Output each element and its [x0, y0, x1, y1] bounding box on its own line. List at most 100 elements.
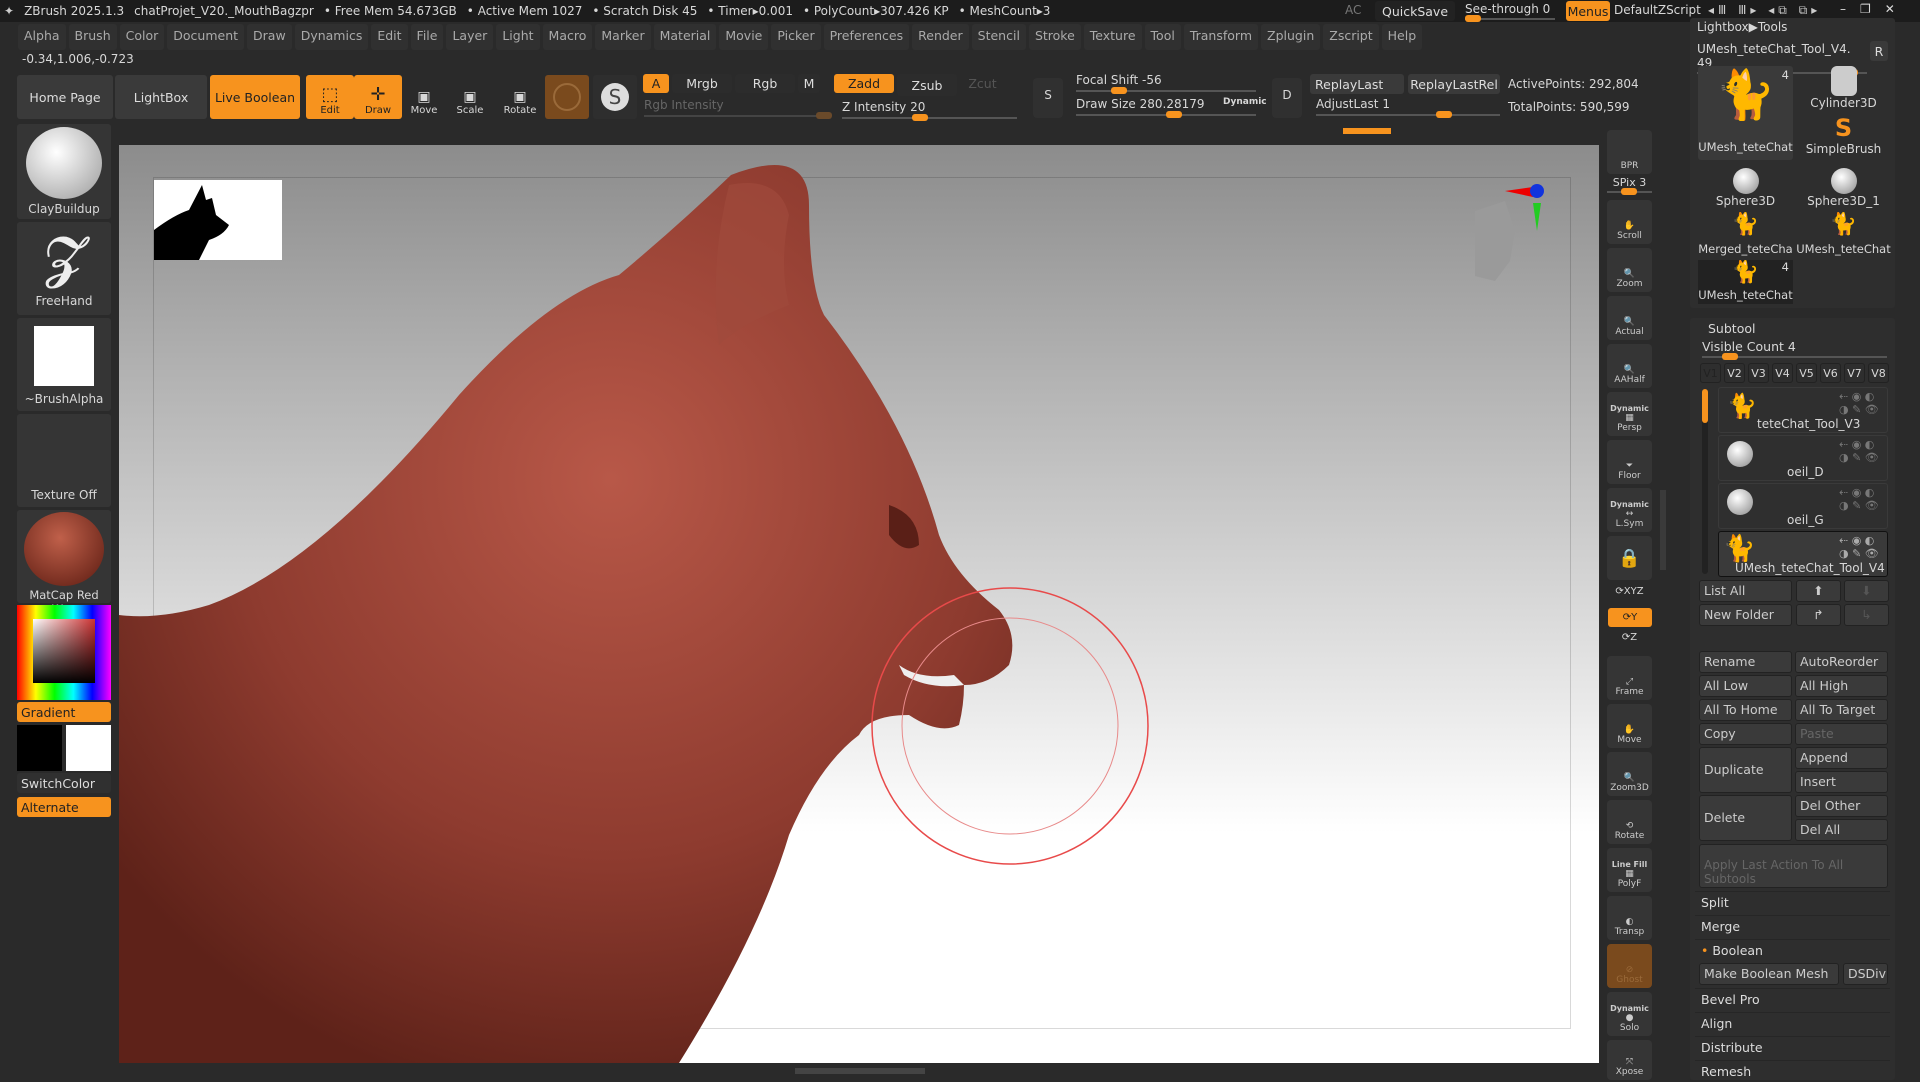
- v4-button[interactable]: V4: [1772, 363, 1793, 383]
- scroll-button[interactable]: ✋ Scroll: [1607, 200, 1652, 244]
- menu-dynamics[interactable]: Dynamics: [294, 24, 369, 50]
- rgb-button[interactable]: Rgb: [735, 74, 795, 93]
- menus-button[interactable]: Menus: [1566, 1, 1610, 21]
- mrgb-button[interactable]: Mrgb: [672, 74, 732, 93]
- rotate-y-button[interactable]: ⟳ Y: [1608, 608, 1652, 627]
- menu-stroke[interactable]: Stroke: [1028, 24, 1081, 50]
- menu-zplugin[interactable]: Zplugin: [1261, 24, 1321, 50]
- rotate-xyz-button[interactable]: ⟳XYZ: [1607, 586, 1652, 597]
- default-zscript[interactable]: DefaultZScript: [1614, 3, 1701, 17]
- gradient-button[interactable]: Gradient: [17, 702, 111, 722]
- menu-file[interactable]: File: [410, 24, 444, 50]
- tool-thumb-cylinder[interactable]: Cylinder3D: [1796, 66, 1891, 112]
- auto-reorder-button[interactable]: AutoReorder: [1795, 651, 1888, 673]
- rename-button[interactable]: Rename: [1699, 651, 1792, 673]
- stroke-d-icon[interactable]: D: [1272, 78, 1302, 118]
- subtool-title[interactable]: Subtool: [1708, 321, 1755, 336]
- see-through-slider[interactable]: See-through 0: [1465, 2, 1555, 22]
- delete-button[interactable]: Delete: [1699, 795, 1792, 841]
- insert-button[interactable]: Insert: [1795, 771, 1888, 793]
- menu-light[interactable]: Light: [496, 24, 540, 50]
- actual-button[interactable]: 🔍 Actual: [1607, 296, 1652, 340]
- v2-button[interactable]: V2: [1724, 363, 1745, 383]
- focal-shift-slider[interactable]: Focal Shift -56: [1076, 73, 1256, 94]
- subtool-item-selected[interactable]: 🐈 ⇠ ◉ ◐ ◑ ✎ 👁 UMesh_teteChat_Tool_V4: [1718, 531, 1888, 577]
- menu-picker[interactable]: Picker: [771, 24, 821, 50]
- align-section[interactable]: Align: [1695, 1012, 1890, 1034]
- spix-slider[interactable]: SPix 3: [1607, 176, 1652, 195]
- a-button[interactable]: A: [643, 74, 669, 93]
- move-down-arrow-icon[interactable]: ⬇: [1844, 580, 1889, 602]
- tool-thumb-merged[interactable]: 🐈 Merged_teteCha: [1698, 212, 1793, 258]
- navigation-gizmo[interactable]: [1455, 181, 1545, 291]
- replay-last-rel-button[interactable]: ReplayLastRel: [1408, 74, 1500, 94]
- snakehook-brush-button[interactable]: S: [593, 75, 637, 119]
- subtool-item[interactable]: 🐈 ⇠ ◉ ◐ ◑ ✎ 👁 teteChat_Tool_V3: [1718, 387, 1888, 433]
- menu-macro[interactable]: Macro: [542, 24, 593, 50]
- folder-out-arrow-icon[interactable]: ↳: [1844, 604, 1889, 626]
- rotate-view-button[interactable]: ⟲ Rotate: [1607, 800, 1652, 844]
- rotate-z-button[interactable]: ⟳Z: [1607, 632, 1652, 643]
- layout-icons[interactable]: ◂Ⅲ Ⅲ▸ ◂⧉ ⧉▸: [1708, 3, 1821, 18]
- solo-button[interactable]: Dynamic ● Solo: [1607, 992, 1652, 1036]
- zsub-button[interactable]: Zsub: [897, 74, 957, 96]
- lightbox-button[interactable]: LightBox: [115, 75, 207, 119]
- menu-stencil[interactable]: Stencil: [971, 24, 1026, 50]
- v3-button[interactable]: V3: [1748, 363, 1769, 383]
- tool-thumb-umesh-2[interactable]: 🐈 UMesh_teteChat: [1796, 212, 1891, 258]
- transp-button[interactable]: ◐ Transp: [1607, 896, 1652, 940]
- tool-thumb-umesh[interactable]: 4 🐈 UMesh_teteChat: [1698, 66, 1793, 160]
- folder-in-arrow-icon[interactable]: ↱: [1796, 604, 1841, 626]
- switch-color-button[interactable]: SwitchColor: [17, 773, 111, 793]
- v1-button[interactable]: V1: [1700, 363, 1721, 383]
- menu-edit[interactable]: Edit: [371, 24, 408, 50]
- viewport-canvas[interactable]: [119, 145, 1599, 1063]
- window-controls[interactable]: –❐✕: [1840, 2, 1909, 16]
- split-section[interactable]: Split: [1695, 891, 1890, 913]
- merge-section[interactable]: Merge: [1695, 915, 1890, 937]
- move-view-button[interactable]: ✋ Move: [1607, 704, 1652, 748]
- stroke-s-icon[interactable]: S: [1033, 78, 1063, 118]
- v5-button[interactable]: V5: [1796, 363, 1817, 383]
- all-high-button[interactable]: All High: [1795, 675, 1888, 697]
- tool-thumb-sphere3d-1[interactable]: Sphere3D_1: [1796, 164, 1891, 210]
- menu-zscript[interactable]: Zscript: [1323, 24, 1379, 50]
- frame-button[interactable]: ⤢ Frame: [1607, 656, 1652, 700]
- all-to-target-button[interactable]: All To Target: [1795, 699, 1888, 721]
- subtool-item[interactable]: ⇠ ◉ ◐ ◑ ✎ 👁 oeil_G: [1718, 483, 1888, 529]
- menu-alpha[interactable]: Alpha: [18, 24, 66, 50]
- apply-last-action-button[interactable]: Apply Last Action To All Subtools: [1699, 844, 1888, 888]
- bpr-button[interactable]: BPR: [1607, 130, 1652, 174]
- remesh-section[interactable]: Remesh: [1695, 1060, 1890, 1082]
- all-to-home-button[interactable]: All To Home: [1699, 699, 1792, 721]
- rotate-button[interactable]: ▣ Rotate: [496, 75, 544, 119]
- draw-button[interactable]: ✛ Draw: [354, 75, 402, 119]
- home-page-button[interactable]: Home Page: [17, 75, 113, 119]
- distribute-section[interactable]: Distribute: [1695, 1036, 1890, 1058]
- duplicate-button[interactable]: Duplicate: [1699, 747, 1792, 793]
- all-low-button[interactable]: All Low: [1699, 675, 1792, 697]
- menu-render[interactable]: Render: [912, 24, 969, 50]
- tool-thumb-simplebrush[interactable]: S SimpleBrush: [1796, 114, 1891, 160]
- ghost-button[interactable]: ⊘ Ghost: [1607, 944, 1652, 988]
- alpha-button[interactable]: ~BrushAlpha: [17, 318, 111, 411]
- menu-draw[interactable]: Draw: [247, 24, 292, 50]
- persp-button[interactable]: Dynamic ▦ Persp: [1607, 392, 1652, 436]
- del-other-button[interactable]: Del Other: [1795, 795, 1888, 817]
- subtool-scrollbar[interactable]: [1702, 389, 1708, 574]
- menu-brush[interactable]: Brush: [68, 24, 117, 50]
- replay-last-button[interactable]: ReplayLast: [1310, 74, 1404, 94]
- secondary-color-swatch[interactable]: [66, 725, 111, 771]
- menu-tool[interactable]: Tool: [1144, 24, 1181, 50]
- m-button[interactable]: M: [798, 74, 820, 93]
- append-button[interactable]: Append: [1795, 747, 1888, 769]
- menu-color[interactable]: Color: [119, 24, 165, 50]
- live-boolean-button[interactable]: Live Boolean: [210, 75, 300, 119]
- visible-count-slider[interactable]: Visible Count 4: [1702, 339, 1887, 360]
- local-lock-button[interactable]: 🔒: [1607, 536, 1652, 580]
- texture-button[interactable]: Texture Off: [17, 414, 111, 507]
- move-button[interactable]: ▣ Move: [400, 75, 448, 119]
- dsdiv-button[interactable]: DSDiv: [1843, 963, 1888, 985]
- tool-thumb-sphere3d[interactable]: Sphere3D: [1698, 164, 1793, 210]
- lsym-button[interactable]: Dynamic ↔ L.Sym: [1607, 488, 1652, 532]
